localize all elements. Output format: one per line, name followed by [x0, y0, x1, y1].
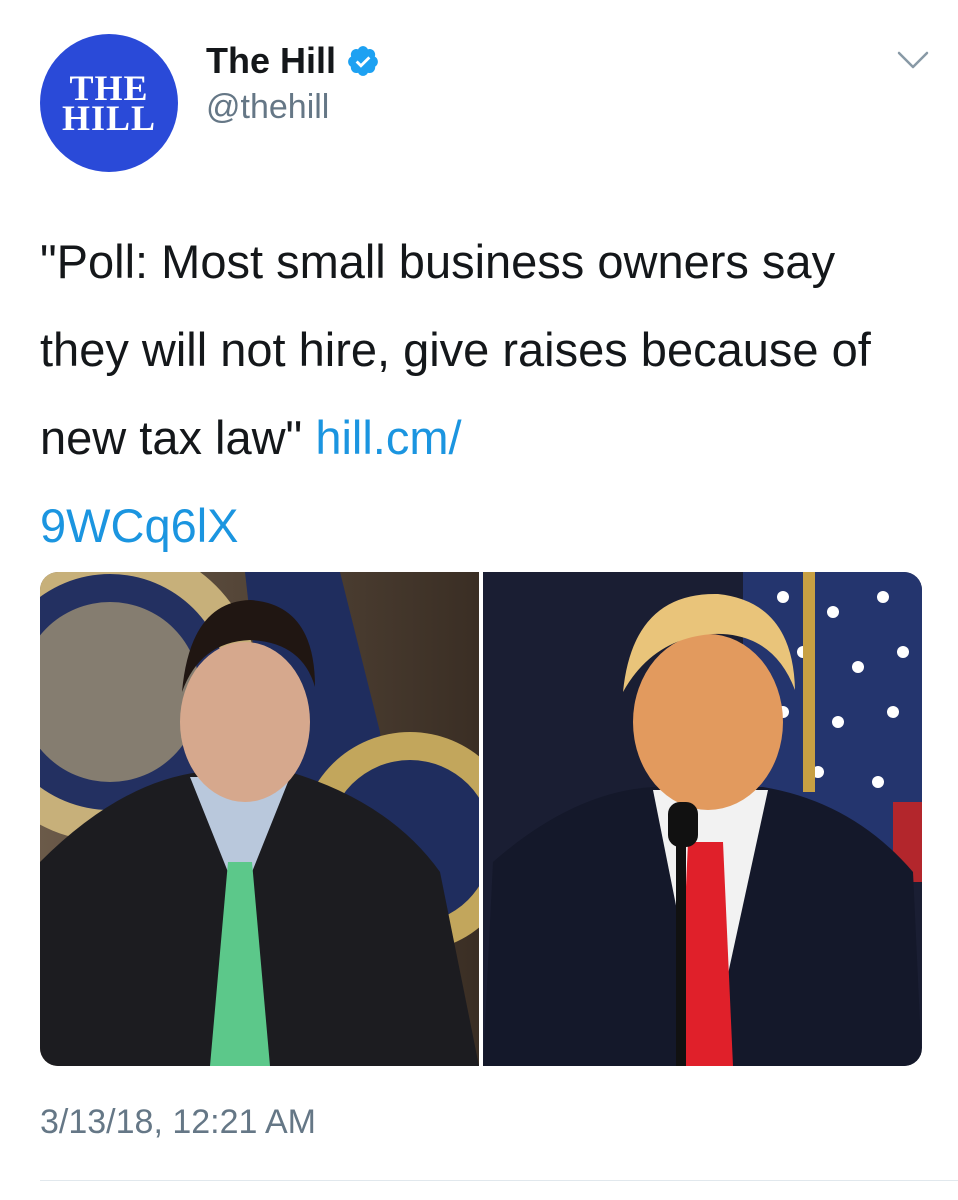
name-row: The Hill: [206, 40, 380, 82]
avatar-text-line2: HILL: [61, 98, 157, 138]
media-grid: [40, 572, 922, 1066]
account-handle[interactable]: @thehill: [206, 88, 329, 127]
photo-right-image: [483, 572, 922, 1066]
photo-left-image: [40, 572, 479, 1066]
tweet-card: THE HILL The Hill @thehill "Poll: Most s…: [0, 0, 958, 1200]
tweet-text: "Poll: Most small business owners say th…: [40, 218, 900, 570]
display-name[interactable]: The Hill: [206, 40, 336, 82]
photo-right[interactable]: [483, 572, 922, 1066]
photo-left[interactable]: [40, 572, 479, 1066]
chevron-down-icon[interactable]: [896, 48, 930, 72]
divider: [40, 1180, 958, 1181]
tweet-timestamp[interactable]: 3/13/18, 12:21 AM: [40, 1103, 316, 1142]
profile-avatar[interactable]: THE HILL: [40, 34, 178, 172]
verified-badge-icon: [348, 46, 378, 76]
